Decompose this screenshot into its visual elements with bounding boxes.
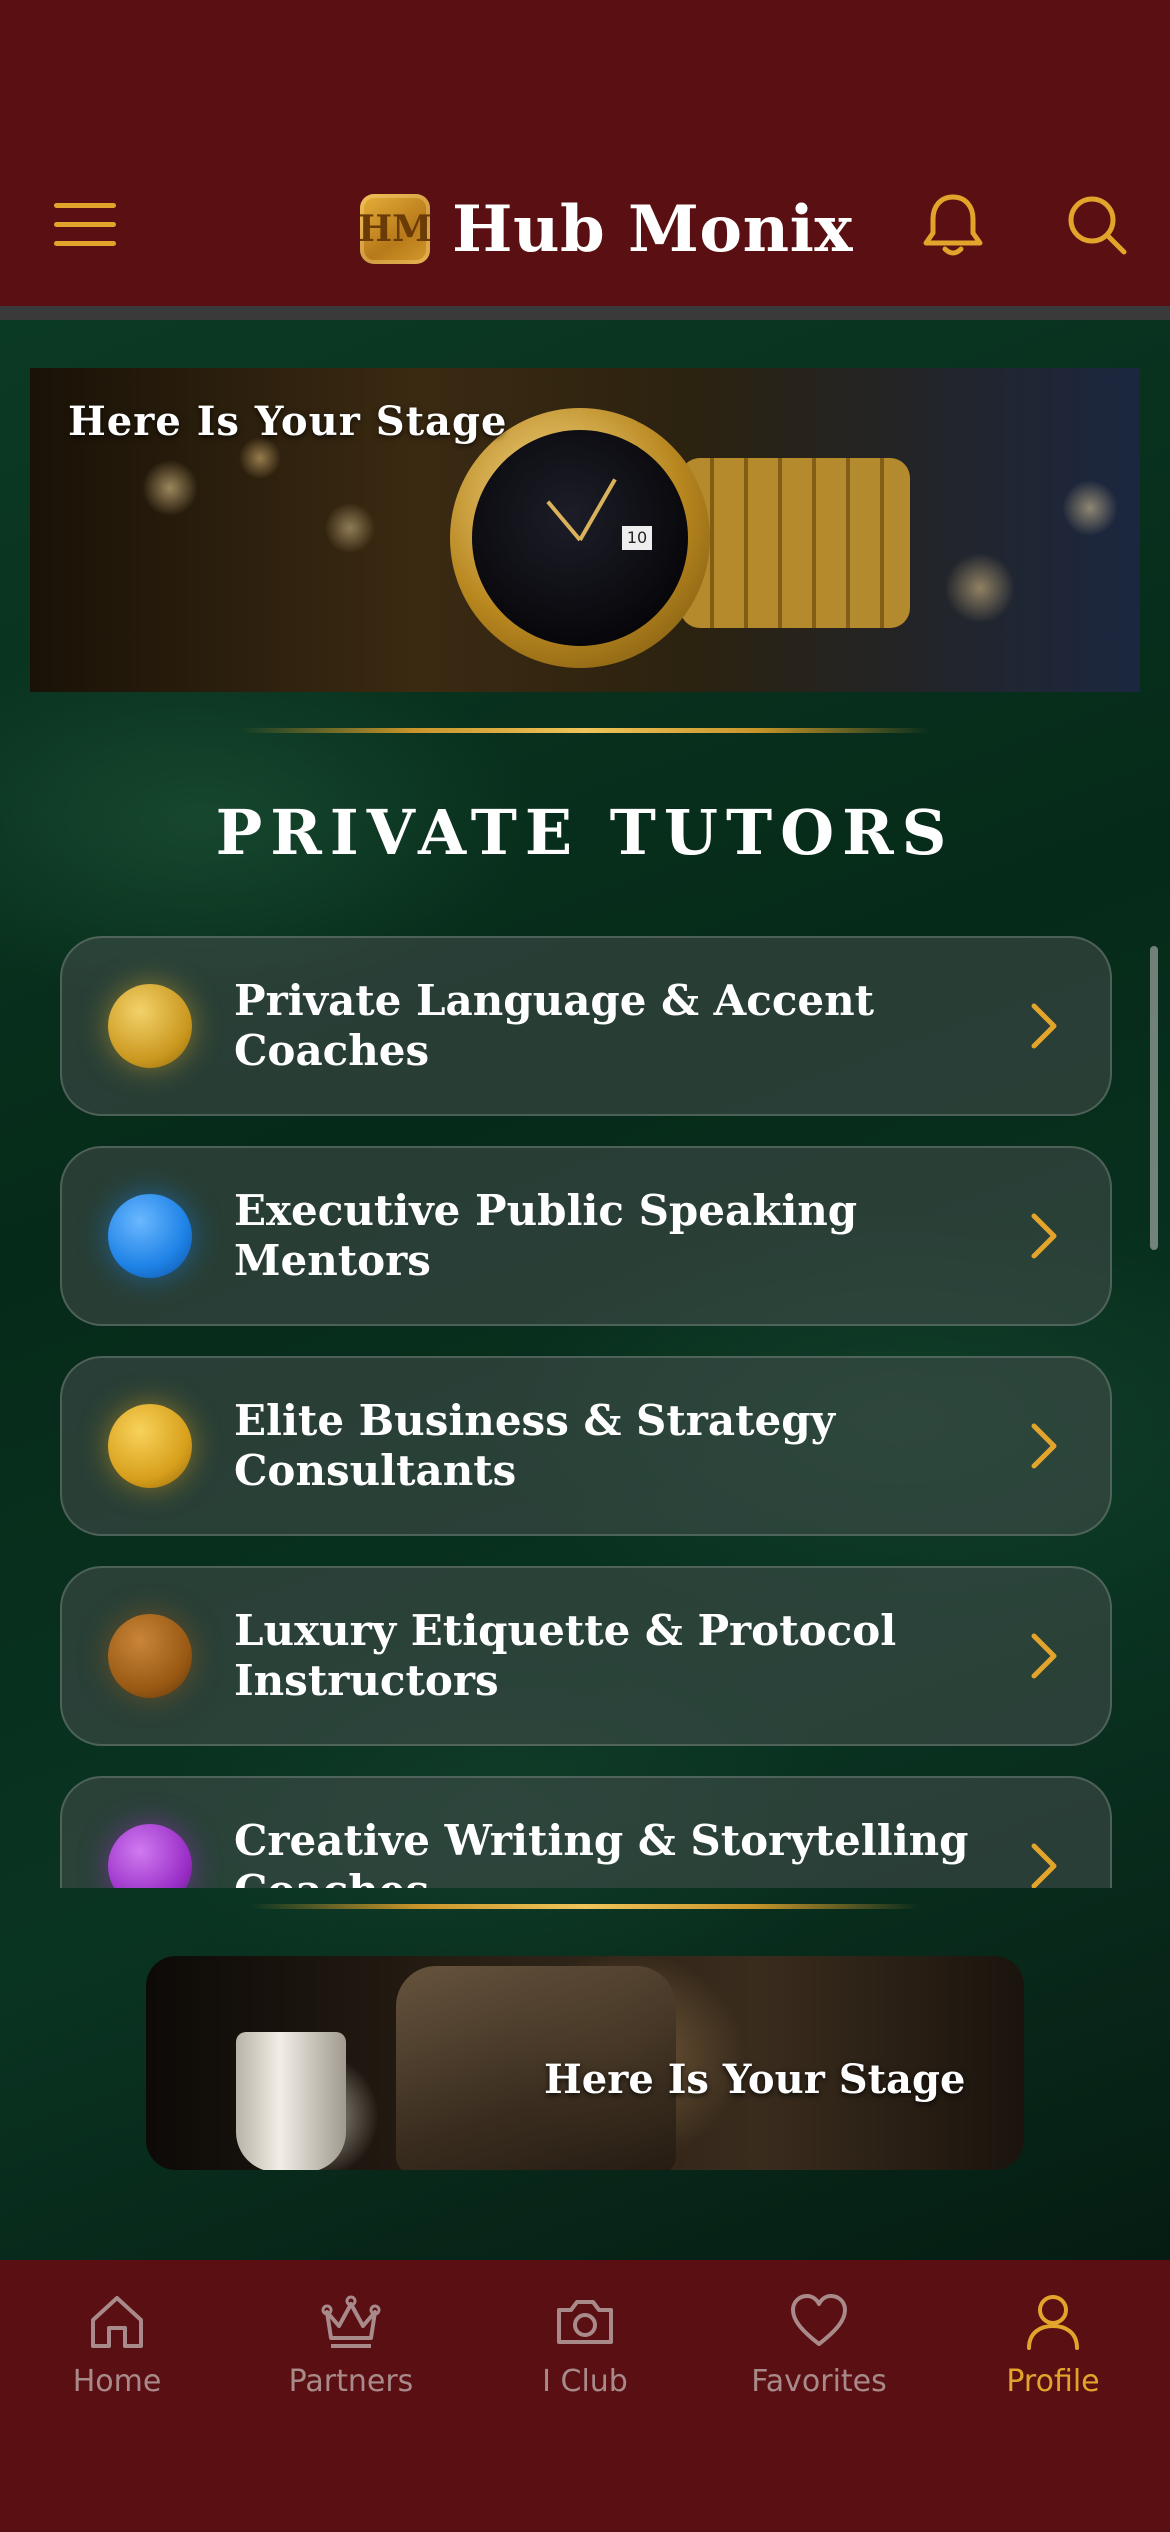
list-scrollbar[interactable] bbox=[1150, 946, 1158, 1250]
nav-label: Favorites bbox=[751, 2364, 887, 2399]
nav-label: Home bbox=[72, 2364, 162, 2399]
watch-image: 10 bbox=[450, 408, 710, 668]
category-label: Luxury Etiquette & Protocol Instructors bbox=[234, 1606, 897, 1705]
search-icon bbox=[1068, 196, 1127, 255]
nav-partners[interactable]: Partners bbox=[234, 2290, 468, 2430]
chevron-right-icon bbox=[1031, 1633, 1057, 1679]
nav-label: I Club bbox=[542, 2364, 628, 2399]
crown-icon bbox=[321, 2295, 381, 2348]
gold-divider bbox=[250, 1904, 920, 1909]
hero-caption: Here Is Your Stage bbox=[68, 398, 508, 445]
watch-hand bbox=[546, 500, 582, 542]
nav-favorites[interactable]: Favorites bbox=[702, 2290, 936, 2430]
chevron-right-icon bbox=[1031, 1213, 1057, 1259]
watch-bracelet-image bbox=[680, 458, 910, 628]
cup-image bbox=[236, 2032, 346, 2170]
bell-icon bbox=[923, 194, 983, 256]
nav-home[interactable]: Home bbox=[0, 2290, 234, 2430]
search-button[interactable] bbox=[1052, 180, 1142, 270]
category-item[interactable]: Creative Writing & Storytelling Coaches bbox=[60, 1776, 1112, 1888]
brand-logo: HM bbox=[358, 194, 432, 264]
heart-icon bbox=[791, 2294, 847, 2346]
gold-divider bbox=[240, 728, 930, 733]
watch-hand bbox=[578, 478, 617, 541]
chevron-right-icon bbox=[1031, 1423, 1057, 1469]
category-label: Executive Public Speaking Mentors bbox=[234, 1186, 858, 1285]
section-title: PRIVATE TUTORS bbox=[215, 796, 955, 869]
category-dot-icon bbox=[108, 1404, 192, 1488]
camera-icon bbox=[557, 2300, 613, 2344]
watch-date: 10 bbox=[622, 526, 652, 550]
menu-button[interactable] bbox=[40, 180, 130, 270]
brand[interactable]: HM Hub Monix bbox=[358, 184, 854, 274]
category-label: Private Language & Accent Coaches bbox=[234, 976, 875, 1075]
user-icon bbox=[1027, 2295, 1079, 2350]
category-dot-icon bbox=[108, 984, 192, 1068]
category-label: Creative Writing & Storytelling Coaches bbox=[234, 1816, 969, 1888]
category-dot-icon bbox=[108, 1614, 192, 1698]
nav-label: Profile bbox=[1006, 2364, 1100, 2399]
category-item[interactable]: Executive Public Speaking Mentors bbox=[60, 1146, 1112, 1326]
app-title: Hub Monix bbox=[452, 191, 854, 267]
category-item[interactable]: Elite Business & Strategy Consultants bbox=[60, 1356, 1112, 1536]
category-dot-icon bbox=[108, 1824, 192, 1888]
promo-caption: Here Is Your Stage bbox=[544, 2056, 966, 2103]
menu-icon bbox=[54, 203, 116, 246]
nav-profile[interactable]: Profile bbox=[936, 2290, 1170, 2430]
watch-face: 10 bbox=[472, 430, 688, 646]
category-item[interactable]: Luxury Etiquette & Protocol Instructors bbox=[60, 1566, 1112, 1746]
nav-iclub[interactable]: I Club bbox=[468, 2290, 702, 2430]
hero-banner[interactable]: 10 Here Is Your Stage bbox=[30, 368, 1140, 692]
category-dot-icon bbox=[108, 1194, 192, 1278]
nav-label: Partners bbox=[288, 2364, 414, 2399]
promo-banner[interactable]: Here Is Your Stage bbox=[146, 1956, 1024, 2170]
header-divider bbox=[0, 306, 1170, 320]
home-icon bbox=[91, 2296, 143, 2348]
chevron-right-icon bbox=[1031, 1843, 1057, 1888]
notifications-button[interactable] bbox=[908, 180, 998, 270]
chevron-right-icon bbox=[1031, 1003, 1057, 1049]
category-list[interactable]: Private Language & Accent Coaches Execut… bbox=[0, 920, 1170, 1888]
category-item[interactable]: Private Language & Accent Coaches bbox=[60, 936, 1112, 1116]
bottom-nav: Home Partners I Club Favorites Profile bbox=[0, 2260, 1170, 2532]
category-label: Elite Business & Strategy Consultants bbox=[234, 1396, 835, 1495]
app-header: HM Hub Monix bbox=[0, 0, 1170, 310]
